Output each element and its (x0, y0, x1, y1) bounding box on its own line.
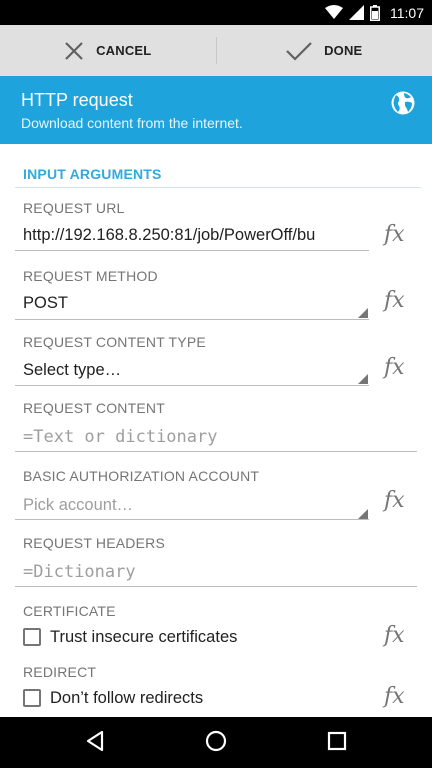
no-redirect-label[interactable]: Don’t follow redirects (50, 689, 203, 708)
section-title: INPUT ARGUMENTS (23, 166, 162, 182)
basic-auth-select[interactable]: Pick account… (23, 496, 133, 515)
fx-icon[interactable]: fx (384, 221, 412, 249)
request-content-type-select[interactable]: Select type… (23, 361, 121, 380)
redirect-label: REDIRECT (23, 664, 97, 680)
fx-icon[interactable]: fx (384, 287, 412, 315)
block-subtitle: Download content from the internet. (21, 115, 243, 131)
basic-auth-underline (15, 519, 369, 520)
fx-icon[interactable]: fx (384, 354, 412, 382)
battery-icon (370, 4, 380, 21)
status-icons: 11:07 (325, 4, 424, 21)
dropdown-arrow-icon (358, 308, 368, 318)
dropdown-arrow-icon (358, 509, 368, 519)
basic-auth-label: BASIC AUTHORIZATION ACCOUNT (23, 468, 260, 484)
certificate-label: CERTIFICATE (23, 603, 116, 619)
section-divider (15, 187, 421, 188)
fx-icon[interactable]: fx (384, 622, 412, 650)
request-method-underline (15, 319, 369, 320)
block-title: HTTP request (21, 90, 133, 110)
check-icon (286, 41, 312, 61)
no-redirect-checkbox[interactable] (23, 689, 41, 707)
request-content-type-underline (15, 385, 369, 386)
form-content: INPUT ARGUMENTS REQUEST URL http://192.1… (0, 144, 432, 717)
trust-certificates-label[interactable]: Trust insecure certificates (50, 628, 237, 647)
trust-certificates-checkbox[interactable] (23, 628, 41, 646)
request-headers-underline (15, 586, 417, 587)
back-icon[interactable] (85, 730, 105, 752)
close-icon (65, 41, 83, 60)
request-headers-input[interactable]: =Dictionary (23, 562, 136, 582)
request-method-label: REQUEST METHOD (23, 268, 158, 284)
wifi-icon (325, 5, 343, 19)
done-label: DONE (324, 43, 363, 58)
expression-prefix: = (23, 562, 34, 582)
fx-icon[interactable]: fx (384, 487, 412, 515)
request-headers-placeholder: Dictionary (33, 562, 136, 582)
request-content-label: REQUEST CONTENT (23, 400, 165, 416)
globe-icon[interactable] (390, 90, 416, 116)
status-bar: 11:07 (0, 0, 432, 25)
request-content-type-label: REQUEST CONTENT TYPE (23, 334, 206, 350)
request-headers-label: REQUEST HEADERS (23, 535, 165, 551)
signal-icon (349, 5, 364, 20)
action-bar: CANCEL DONE (0, 25, 432, 76)
request-method-select[interactable]: POST (23, 294, 68, 313)
expression-prefix: = (23, 427, 34, 447)
home-icon[interactable] (205, 730, 227, 752)
request-content-underline (15, 451, 417, 452)
done-button[interactable]: DONE (217, 25, 432, 76)
recents-icon[interactable] (327, 731, 347, 751)
request-url-label: REQUEST URL (23, 200, 125, 216)
cancel-label: CANCEL (96, 43, 152, 58)
block-header: HTTP request Download content from the i… (0, 76, 432, 144)
cancel-button[interactable]: CANCEL (0, 25, 216, 76)
navigation-bar (0, 717, 432, 768)
request-url-underline (15, 250, 369, 251)
request-url-input[interactable]: http://192.168.8.250:81/job/PowerOff/bu (23, 226, 366, 245)
clock: 11:07 (390, 4, 424, 21)
request-content-placeholder: Text or dictionary (33, 427, 218, 447)
dropdown-arrow-icon (358, 374, 368, 384)
fx-icon[interactable]: fx (384, 683, 412, 711)
request-content-input[interactable]: =Text or dictionary (23, 427, 217, 447)
